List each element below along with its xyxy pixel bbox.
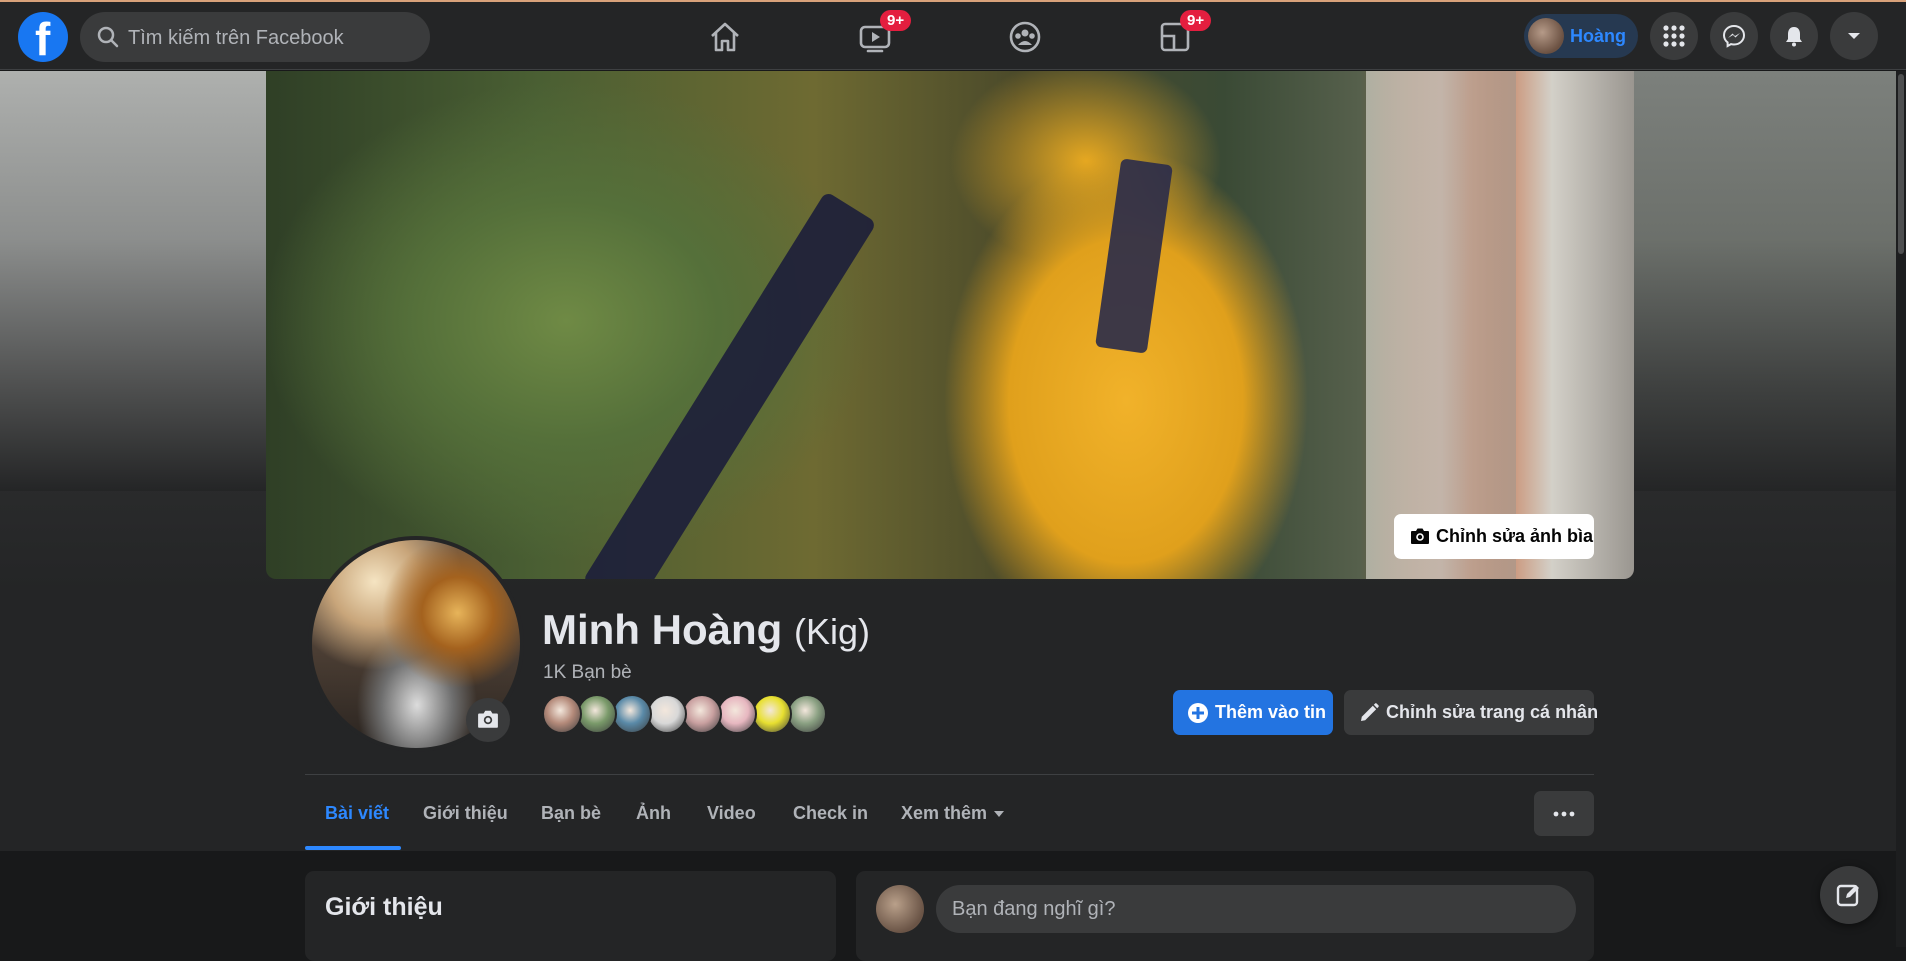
friend-avatar[interactable] <box>787 694 827 734</box>
add-to-story-button[interactable]: Thêm vào tin <box>1173 690 1333 735</box>
friend-avatar[interactable] <box>647 694 687 734</box>
tab-label: Check in <box>793 803 869 823</box>
edit-profile-button[interactable]: Chỉnh sửa trang cá nhân <box>1344 690 1598 735</box>
menu-button[interactable] <box>1650 12 1698 60</box>
composer-placeholder: Bạn đang nghĩ gì? <box>952 898 1116 920</box>
nav-tab-home[interactable] <box>674 8 774 66</box>
friend-avatar[interactable] <box>717 694 757 734</box>
tab-label: Giới thiệu <box>423 803 508 823</box>
tab-videos[interactable]: Video <box>690 776 770 850</box>
notifications-icon <box>1786 27 1802 47</box>
search-input[interactable] <box>126 22 420 54</box>
profile-nickname: (Kig) <box>793 611 870 652</box>
cover-backdrop-left <box>0 71 266 491</box>
edit-profile-label: Chỉnh sửa trang cá nhân <box>1386 702 1599 722</box>
new-message-button[interactable] <box>1820 866 1878 924</box>
tab-label: Xem thêm <box>901 803 988 823</box>
friend-avatar[interactable] <box>752 694 792 734</box>
tab-posts[interactable]: Bài viết <box>305 776 401 850</box>
friend-avatar[interactable] <box>612 694 652 734</box>
more-dots-icon <box>1553 811 1575 817</box>
composer-input[interactable]: Bạn đang nghĩ gì? <box>936 885 1576 933</box>
tab-label: Bạn bè <box>541 803 602 823</box>
intro-title: Giới thiệu <box>325 893 443 921</box>
cover-photo-detail <box>582 191 877 579</box>
avatar <box>1528 18 1564 54</box>
tab-photos[interactable]: Ảnh <box>620 776 680 850</box>
profile-name: Minh Hoàng (Kig) <box>542 606 870 654</box>
tab-about[interactable]: Giới thiệu <box>405 776 509 850</box>
edit-cover-photo-label: Chỉnh sửa ảnh bìa <box>1436 526 1594 546</box>
messenger-icon <box>1722 24 1746 48</box>
camera-icon <box>1411 528 1429 544</box>
tab-label: Video <box>707 803 756 823</box>
avatar[interactable] <box>876 885 924 933</box>
friend-avatar[interactable] <box>682 694 722 734</box>
more-options-button[interactable] <box>1534 791 1594 836</box>
nav-tab-watch[interactable]: 9+ <box>824 8 924 66</box>
profile-shortcut-name: Hoàng <box>1570 26 1626 46</box>
add-to-story-label: Thêm vào tin <box>1215 702 1327 722</box>
nav-tab-gaming[interactable]: 9+ <box>1124 8 1224 66</box>
edit-cover-photo-button[interactable]: Chỉnh sửa ảnh bìa <box>1394 514 1594 559</box>
profile-shortcut[interactable]: Hoàng <box>1524 14 1638 58</box>
facebook-logo-letter: f <box>35 13 51 65</box>
account-dropdown-icon <box>1848 33 1860 39</box>
notifications-button[interactable] <box>1770 12 1818 60</box>
nav-tab-groups[interactable] <box>974 8 1074 66</box>
profile-name-text: Minh Hoàng <box>542 606 783 653</box>
intro-card: Giới thiệu <box>305 871 836 961</box>
tab-more[interactable]: Xem thêm <box>885 776 1015 850</box>
account-dropdown-button[interactable] <box>1830 12 1878 60</box>
update-profile-picture-button[interactable] <box>466 698 510 742</box>
tab-label: Bài viết <box>325 803 390 823</box>
add-circle-icon <box>1188 703 1208 723</box>
watch-badge: 9+ <box>880 10 912 31</box>
cover-photo[interactable] <box>266 71 1634 579</box>
groups-icon <box>1009 21 1041 53</box>
post-composer: Bạn đang nghĩ gì? <box>856 871 1594 961</box>
menu-grid-icon <box>1663 25 1685 47</box>
friend-count[interactable]: 1K Bạn bè <box>543 662 632 684</box>
tab-label: Ảnh <box>636 803 671 823</box>
top-navigation-bar: f 9+ 9+ <box>0 0 1906 70</box>
tab-friends[interactable]: Bạn bè <box>525 776 605 850</box>
cover-backdrop-right <box>1634 71 1906 491</box>
scrollbar-thumb[interactable] <box>1898 74 1904 254</box>
gaming-badge: 9+ <box>1180 10 1212 31</box>
home-icon <box>711 22 739 52</box>
header-divider <box>305 774 1594 775</box>
compose-icon <box>1836 884 1859 907</box>
camera-icon <box>478 710 498 728</box>
search-box[interactable] <box>80 12 430 62</box>
friend-avatar[interactable] <box>577 694 617 734</box>
pencil-icon <box>1361 703 1379 721</box>
cover-photo-detail <box>1095 158 1173 354</box>
caret-down-icon <box>994 811 1004 817</box>
search-icon <box>97 26 119 48</box>
messenger-button[interactable] <box>1710 12 1758 60</box>
facebook-logo[interactable]: f <box>18 12 68 65</box>
tab-check-in[interactable]: Check in <box>775 776 875 850</box>
friend-avatar[interactable] <box>542 694 582 734</box>
cover-photo-detail <box>1366 71 1516 579</box>
